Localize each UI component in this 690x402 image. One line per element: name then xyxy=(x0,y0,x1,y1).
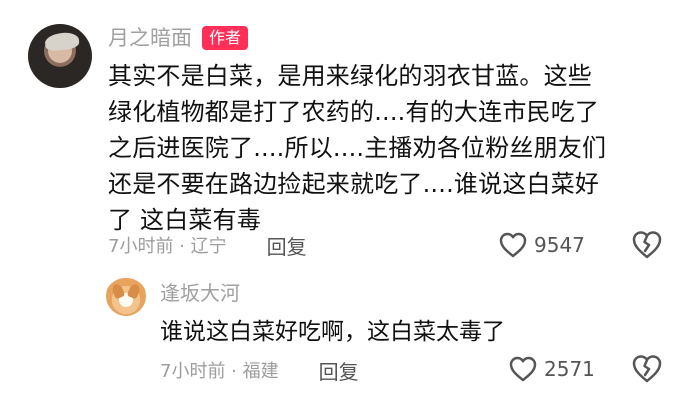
reply-text: 谁说这白菜好吃啊，这白菜太毒了 xyxy=(160,319,505,345)
comment-line-2: 绿化植物都是打了农药的....有的大连市民吃了 xyxy=(108,98,600,126)
comment-meta: 7小时前 · 辽宁 回复 xyxy=(108,230,307,260)
reply-like-button[interactable]: 2571 xyxy=(508,353,595,385)
author-badge: 作者 xyxy=(202,26,249,50)
reply-meta: 7小时前 · 福建 回复 xyxy=(160,355,359,385)
reply-author-name[interactable]: 逢坂大河 xyxy=(160,279,240,307)
reply-dislike-button[interactable] xyxy=(630,353,664,385)
broken-heart-icon xyxy=(630,229,664,261)
comment-line-4: 还是不要在路边捡起来就吃了....谁说这白菜好 xyxy=(108,170,600,198)
author-name[interactable]: 月之暗面 xyxy=(108,24,192,52)
comment-line-1: 其实不是白菜，是用来绿化的羽衣甘蓝。这些 xyxy=(108,62,592,90)
broken-heart-icon xyxy=(630,353,664,385)
like-button[interactable]: 9547 xyxy=(498,229,585,261)
heart-icon xyxy=(498,231,528,259)
reply-like-count: 2571 xyxy=(544,357,595,381)
heart-icon xyxy=(508,355,538,383)
reply-time-location: 7小时前 · 福建 xyxy=(160,361,279,382)
comment-line-3: 之后进医院了....所以....主播劝各位粉丝朋友们 xyxy=(108,134,607,162)
comment-time-location: 7小时前 · 辽宁 xyxy=(108,236,227,257)
author-avatar[interactable] xyxy=(28,24,92,88)
reply-author-avatar[interactable] xyxy=(106,276,146,316)
comment-text: 其实不是白菜，是用来绿化的羽衣甘蓝。这些 绿化植物都是打了农药的....有的大连… xyxy=(108,58,668,238)
dislike-button[interactable] xyxy=(630,229,664,261)
comment-author-row: 月之暗面 作者 xyxy=(108,24,249,52)
like-count: 9547 xyxy=(534,233,585,257)
reply-button[interactable]: 回复 xyxy=(267,231,307,260)
reply-to-reply-button[interactable]: 回复 xyxy=(319,356,359,385)
